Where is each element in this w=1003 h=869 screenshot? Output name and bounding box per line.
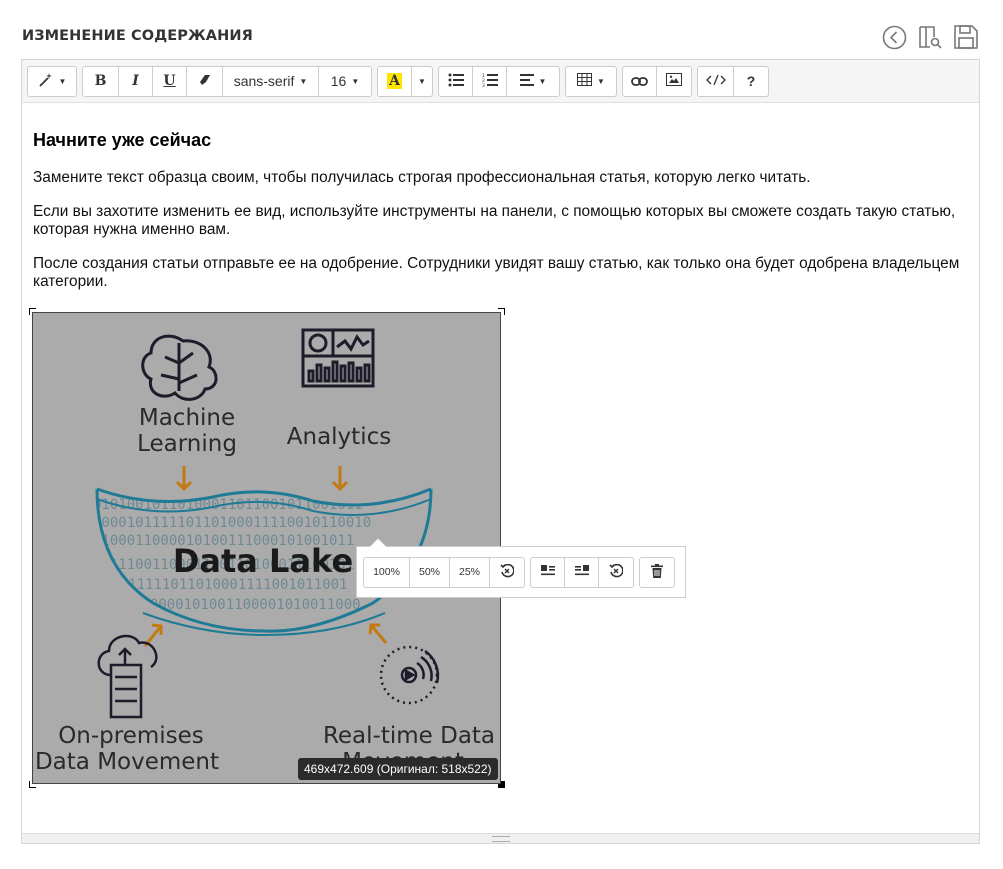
link-icon [631,73,648,89]
eraser-icon [199,73,211,89]
highlight-color-button[interactable]: A [378,66,412,96]
bullet-list-button[interactable] [439,66,473,96]
font-size-dropdown[interactable]: 16 ▼ [319,67,371,96]
insert-group [622,65,692,97]
style-group: ▼ [27,65,77,97]
page-title: Изменение содержания [22,28,253,44]
bold-button[interactable]: B [83,66,119,96]
back-icon[interactable] [881,24,907,50]
resize-group: 100% 50% 25% [363,556,525,588]
realtime-label-1: Real-time Data [323,723,495,749]
code-icon [705,74,726,89]
image-size-badge: 469x472.609 (Оригинал: 518x522) [298,758,498,780]
float-left-icon [540,565,555,579]
lake-label: Data Lake [173,542,353,580]
underline-button[interactable]: U [153,66,187,96]
numbered-list-icon: 123 [482,73,498,90]
trash-icon [651,563,663,581]
misc-group: ? [697,65,769,97]
float-right-icon [574,565,589,579]
editor-content[interactable]: Начните уже сейчас Замените текст образц… [33,103,968,307]
italic-button[interactable]: I [119,66,153,96]
ml-label-1: Machine [139,405,235,431]
font-family-dropdown[interactable]: sans-serif ▼ [223,66,319,96]
remove-group [639,556,675,588]
table-dropdown-button[interactable]: ▼ [566,67,616,96]
chevron-down-icon: ▼ [538,76,547,86]
resize-50-button[interactable]: 50% [410,557,450,587]
link-button[interactable] [623,66,657,96]
binary-row: 000010111110110100011110010110010 [93,515,371,531]
table-icon [577,73,593,89]
color-group: A ▼ [377,65,433,97]
float-right-button[interactable] [565,557,599,587]
brain-icon [141,334,218,401]
float-none-button[interactable] [599,558,633,587]
content-heading: Начните уже сейчас [33,130,212,150]
float-group [530,556,634,588]
editor-resize-bar[interactable] [22,833,979,843]
onprem-label-1: On-premises [58,723,204,749]
chevron-down-icon: ▼ [418,76,426,86]
chevron-down-icon: ▼ [299,76,308,86]
ml-label-2: Learning [137,431,237,457]
image-button[interactable] [657,67,691,96]
color-dropdown-button[interactable]: ▼ [412,67,432,96]
save-icon[interactable] [953,24,979,50]
remove-image-button[interactable] [640,558,674,587]
arrow-down-icon [175,466,349,492]
float-left-button[interactable] [531,557,565,587]
chevron-down-icon: ▼ [597,76,605,86]
content-paragraph: После создания статьи отправьте ее на од… [33,255,960,290]
table-group: ▼ [565,65,617,97]
image-popover: 100% 50% 25% [356,538,686,598]
analytics-label: Analytics [287,424,391,450]
rotate-reset-icon [500,563,515,581]
clear-format-button[interactable] [187,66,223,96]
streaming-icon [379,645,440,705]
code-view-button[interactable] [698,66,734,96]
header-actions [881,24,979,50]
font-family-value: sans-serif [233,73,295,89]
font-group: B I U sans-serif ▼ 16 ▼ [82,65,372,97]
svg-text:3: 3 [482,83,485,87]
rich-text-editor: ▼ B I U sans-serif ▼ 16 ▼ A ▼ 1 2 3 ▼ ▼ … [21,59,980,844]
rotate-reset-icon [609,563,624,581]
paragraph-group: 123 ▼ [438,65,560,97]
highlight-letter: A [387,73,402,89]
help-button[interactable]: ? [734,67,768,96]
reset-size-button[interactable] [490,558,524,587]
editor-toolbar: ▼ B I U sans-serif ▼ 16 ▼ A ▼ 1 2 3 ▼ ▼ … [22,60,979,103]
preview-icon[interactable] [917,24,943,50]
onprem-label-2: Data Movement [35,749,219,775]
font-size-value: 16 [330,73,347,89]
style-dropdown-button[interactable]: ▼ [28,67,76,96]
bullet-list-icon [448,73,464,90]
resize-grip-icon [491,835,510,842]
align-dropdown-button[interactable]: ▼ [507,67,559,96]
chevron-down-icon: ▼ [58,76,67,86]
numbered-list-button[interactable]: 123 [473,66,507,96]
image-icon [666,73,682,89]
content-paragraph: Замените текст образца своим, чтобы полу… [33,169,811,186]
chevron-down-icon: ▼ [351,76,360,86]
dashboard-icon [301,328,375,388]
cloud-server-icon [97,634,158,719]
content-paragraph: Если вы захотите изменить ее вид, исполь… [33,203,956,238]
resize-100-button[interactable]: 100% [364,557,410,587]
magic-wand-icon [38,72,54,91]
align-left-icon [519,73,534,89]
resize-25-button[interactable]: 25% [450,557,490,587]
